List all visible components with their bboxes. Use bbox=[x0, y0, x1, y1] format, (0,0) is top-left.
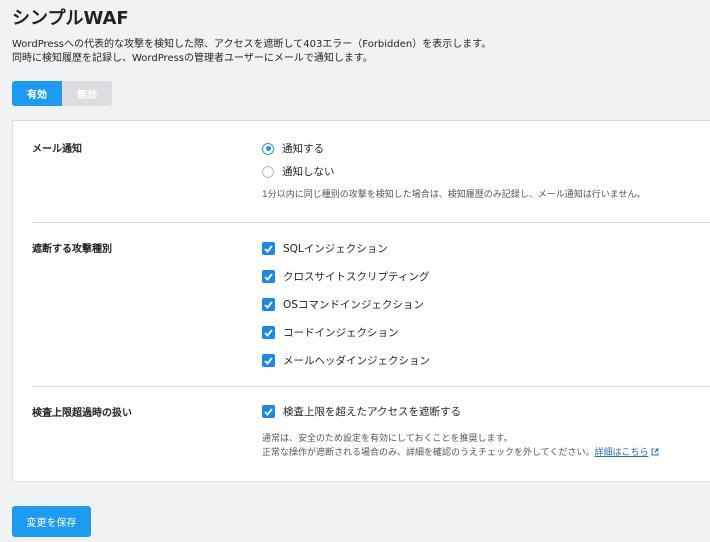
section-divider bbox=[32, 386, 710, 387]
page-description: WordPressへの代表的な攻撃を検知した際、アクセスを遮断して403エラー（… bbox=[12, 38, 491, 66]
radio-no-notify-label: 通知しない bbox=[282, 166, 335, 178]
note-line-2-text: 正常な操作が遮断される場合のみ、詳細を確認のうえチェックを外してください。 bbox=[262, 448, 595, 458]
description-line-2: 同時に検知履歴を記録し、WordPressの管理者ユーザーにメールで通知します。 bbox=[12, 53, 373, 64]
enable-toggle: 有効 無効 bbox=[12, 81, 112, 106]
checkbox-sql-injection[interactable]: SQLインジェクション bbox=[262, 241, 388, 256]
details-link[interactable]: 詳細はこちら bbox=[594, 448, 648, 458]
checkbox-code-injection[interactable]: コードインジェクション bbox=[262, 325, 399, 340]
section-divider bbox=[32, 222, 710, 223]
checkbox-checked-icon[interactable] bbox=[262, 354, 275, 367]
radio-notify[interactable]: 通知する bbox=[262, 141, 324, 156]
checkbox-checked-icon[interactable] bbox=[262, 242, 275, 255]
radio-button-checked[interactable] bbox=[262, 142, 274, 155]
checkbox-checked-icon[interactable] bbox=[262, 298, 275, 311]
checkbox-label: メールヘッダインジェクション bbox=[283, 355, 430, 367]
radio-no-notify[interactable]: 通知しない bbox=[262, 164, 335, 179]
checkbox-block-over-limit[interactable]: 検査上限を超えたアクセスを遮断する bbox=[262, 404, 461, 419]
page-title: シンプルWAF bbox=[12, 8, 129, 29]
checkbox-os-command-injection[interactable]: OSコマンドインジェクション bbox=[262, 297, 424, 312]
toggle-enabled-button[interactable]: 有効 bbox=[12, 81, 62, 106]
description-line-1: WordPressへの代表的な攻撃を検知した際、アクセスを遮断して403エラー（… bbox=[12, 39, 492, 50]
note-line-2: 正常な操作が遮断される場合のみ、詳細を確認のうえチェックを外してください。詳細は… bbox=[262, 446, 659, 461]
external-link-icon[interactable] bbox=[651, 447, 659, 461]
checkbox-checked-icon[interactable] bbox=[262, 270, 275, 283]
checkbox-xss[interactable]: クロスサイトスクリプティング bbox=[262, 269, 429, 284]
note-line-1: 通常は、安全のため設定を有効にしておくことを推奨します。 bbox=[262, 434, 513, 444]
limit-handling-note: 通常は、安全のため設定を有効にしておくことを推奨します。 正常な操作が遮断される… bbox=[262, 432, 659, 461]
checkbox-label: コードインジェクション bbox=[283, 327, 399, 339]
mail-notification-label: メール通知 bbox=[32, 144, 82, 155]
limit-handling-label: 検査上限超過時の扱い bbox=[32, 408, 132, 419]
radio-button-unchecked[interactable] bbox=[262, 165, 274, 178]
checkbox-checked-icon[interactable] bbox=[262, 326, 275, 339]
checkbox-mail-header-injection[interactable]: メールヘッダインジェクション bbox=[262, 353, 430, 368]
checkbox-label: クロスサイトスクリプティング bbox=[283, 271, 430, 283]
radio-notify-label: 通知する bbox=[282, 143, 324, 155]
settings-card: メール通知 通知する 通知しない 1分以内に同じ種別の攻撃を検知した場合は、検知… bbox=[12, 120, 710, 482]
attack-types-label: 遮断する攻撃種別 bbox=[32, 244, 112, 255]
checkbox-label: 検査上限を超えたアクセスを遮断する bbox=[283, 406, 461, 418]
save-changes-button[interactable]: 変更を保存 bbox=[12, 506, 91, 537]
toggle-disabled-button[interactable]: 無効 bbox=[62, 81, 112, 106]
checkbox-label: OSコマンドインジェクション bbox=[283, 299, 424, 311]
checkbox-checked-icon[interactable] bbox=[262, 405, 275, 418]
mail-notification-note: 1分以内に同じ種別の攻撃を検知した場合は、検知履歴のみ記録し、メール通知は行いま… bbox=[262, 190, 646, 200]
checkbox-label: SQLインジェクション bbox=[283, 243, 388, 255]
